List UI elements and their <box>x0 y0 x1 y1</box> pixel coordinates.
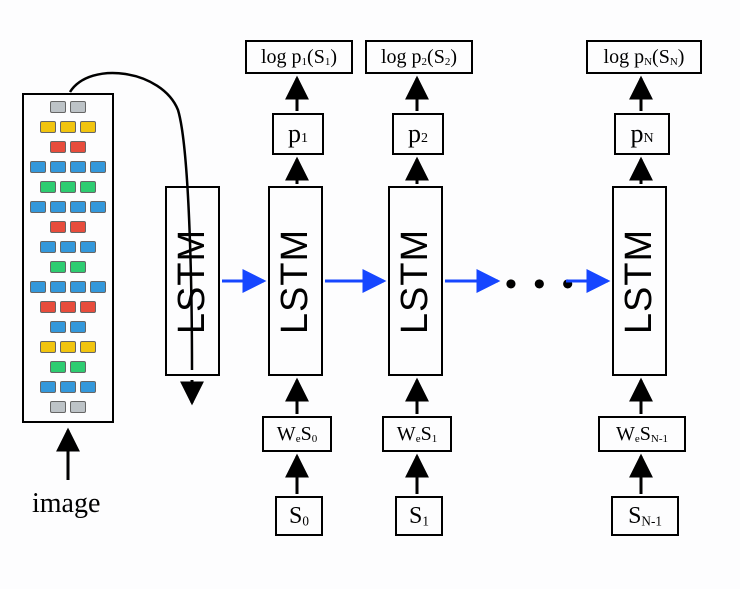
p-subscript: N <box>643 131 653 147</box>
p2-box: p2 <box>392 113 444 155</box>
p-letter: p <box>630 119 643 149</box>
S0-box: S0 <box>275 496 323 536</box>
ellipsis-dots: • • • <box>505 266 578 304</box>
lstm-cell-0: LSTM <box>268 186 323 376</box>
p-letter: p <box>408 119 421 149</box>
logp2-box: log p2(S2) <box>365 40 473 74</box>
lstm-cell-Nminus1: LSTM <box>612 186 667 376</box>
lstm-cell-init: LSTM <box>165 186 220 376</box>
lstm-cell-1: LSTM <box>388 186 443 376</box>
p-subscript: 1 <box>301 131 308 147</box>
logp1-box: log p1(S1) <box>245 40 353 74</box>
lstm-label: LSTM <box>618 228 661 333</box>
WeSNminus1-box: WeSN-1 <box>598 416 686 452</box>
lstm-label: LSTM <box>171 228 214 333</box>
p-subscript: 2 <box>421 131 428 147</box>
S1-box: S1 <box>395 496 443 536</box>
WeS0-box: WeS0 <box>262 416 332 452</box>
SNminus1-box: SN-1 <box>611 496 679 536</box>
WeS1-box: WeS1 <box>382 416 452 452</box>
cnn-encoder-panel <box>22 93 114 423</box>
p1-box: p1 <box>272 113 324 155</box>
lstm-label: LSTM <box>394 228 437 333</box>
p-letter: p <box>288 119 301 149</box>
lstm-label: LSTM <box>274 228 317 333</box>
image-label: image <box>32 488 100 520</box>
logpN-box: log pN(SN) <box>586 40 702 74</box>
pN-box: pN <box>614 113 670 155</box>
